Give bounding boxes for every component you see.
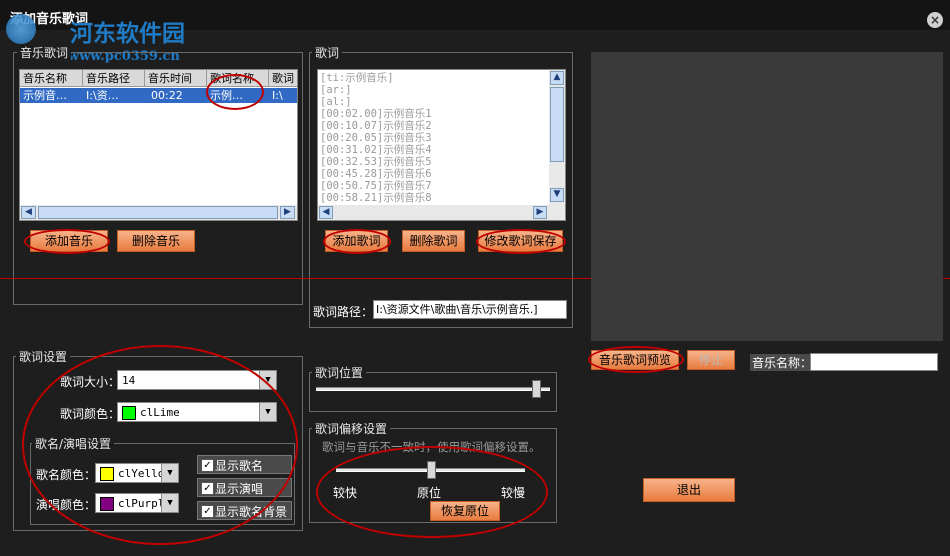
lyrics-textarea[interactable]: [ti:示例音乐] [ar:] [al:] [00:02.00]示例音乐1 [0… <box>317 69 566 221</box>
column-header-music-time[interactable]: 音乐时间 <box>145 70 207 87</box>
lyric-settings-label: 歌词设置 <box>16 348 71 365</box>
scroll-left-icon[interactable]: ◀ <box>319 206 333 219</box>
stop-button[interactable]: 停止 <box>687 350 735 370</box>
table-cell[interactable]: 00:22 <box>145 88 207 103</box>
lyrics-path-label: 歌词路径： <box>313 305 374 319</box>
lyric-position-track[interactable] <box>316 387 550 391</box>
table-cell[interactable]: I:\ <box>269 88 297 103</box>
close-icon[interactable]: × <box>927 12 943 28</box>
scroll-thumb[interactable] <box>550 87 564 162</box>
music-list-label: 音乐歌词 <box>17 44 72 61</box>
column-header-music-name[interactable]: 音乐名称 <box>20 70 83 87</box>
annotation-ellipse <box>24 229 110 254</box>
exit-button[interactable]: 退出 <box>643 478 735 502</box>
lyric-line: [00:45.28]示例音乐6 <box>320 168 432 180</box>
horizontal-scrollbar[interactable]: ◀ ▶ <box>20 205 297 220</box>
vertical-scrollbar[interactable]: ▲ ▼ <box>549 70 565 205</box>
lyrics-path-field[interactable]: I:\资源文件\歌曲\音乐\示例音乐.] <box>373 300 567 319</box>
scroll-left-icon[interactable]: ◀ <box>21 206 36 219</box>
music-name-field[interactable] <box>810 353 938 371</box>
lyric-line: [ti:示例音乐] <box>320 72 394 84</box>
annotation-ellipse <box>476 229 566 254</box>
table-cell[interactable]: 示例音… <box>20 88 83 103</box>
lyric-line: [00:32.53]示例音乐5 <box>320 156 432 168</box>
lyric-line: [00:02.00]示例音乐1 <box>320 108 432 120</box>
annotation-ellipse <box>316 446 548 538</box>
lyric-line: [al:] <box>320 96 352 108</box>
lyric-offset-label: 歌词偏移设置 <box>312 420 391 437</box>
scroll-up-icon[interactable]: ▲ <box>550 71 564 85</box>
lyric-line: [00:10.07]示例音乐2 <box>320 120 432 132</box>
lyric-line: [ar:] <box>320 84 352 96</box>
scroll-down-icon[interactable]: ▼ <box>550 188 564 202</box>
watermark-name: 河东软件园 <box>70 20 185 47</box>
annotation-ellipse <box>588 346 684 373</box>
column-header-music-path[interactable]: 音乐路径 <box>83 70 145 87</box>
lyrics-lines: [ti:示例音乐] [ar:] [al:] [00:02.00]示例音乐1 [0… <box>320 72 548 204</box>
delete-lyrics-button[interactable]: 删除歌词 <box>402 230 465 252</box>
delete-music-button[interactable]: 删除音乐 <box>117 230 195 252</box>
lyric-line: [00:31.02]示例音乐4 <box>320 144 432 156</box>
lyric-position-label: 歌词位置 <box>312 364 367 381</box>
horizontal-scrollbar[interactable]: ◀ ▶ <box>318 205 565 220</box>
table-cell[interactable]: I:\资… <box>83 88 145 103</box>
column-header-lyric[interactable]: 歌词 <box>269 70 297 87</box>
lyric-line: [00:20.05]示例音乐3 <box>320 132 432 144</box>
scroll-thumb[interactable] <box>38 206 278 219</box>
lyric-line: [00:58.21]示例音乐8 <box>320 192 432 204</box>
annotation-ellipse <box>22 345 298 545</box>
scroll-right-icon[interactable]: ▶ <box>533 206 547 219</box>
watermark-logo <box>6 14 36 44</box>
preview-panel <box>591 52 943 341</box>
music-name-label: 音乐名称： <box>750 354 815 371</box>
annotation-ellipse <box>323 229 391 254</box>
lyric-position-slider-thumb[interactable] <box>531 380 541 398</box>
lyric-line: [00:50.75]示例音乐7 <box>320 180 432 192</box>
lyrics-label: 歌词 <box>312 44 343 61</box>
scroll-right-icon[interactable]: ▶ <box>280 206 295 219</box>
annotation-ellipse <box>206 74 264 110</box>
